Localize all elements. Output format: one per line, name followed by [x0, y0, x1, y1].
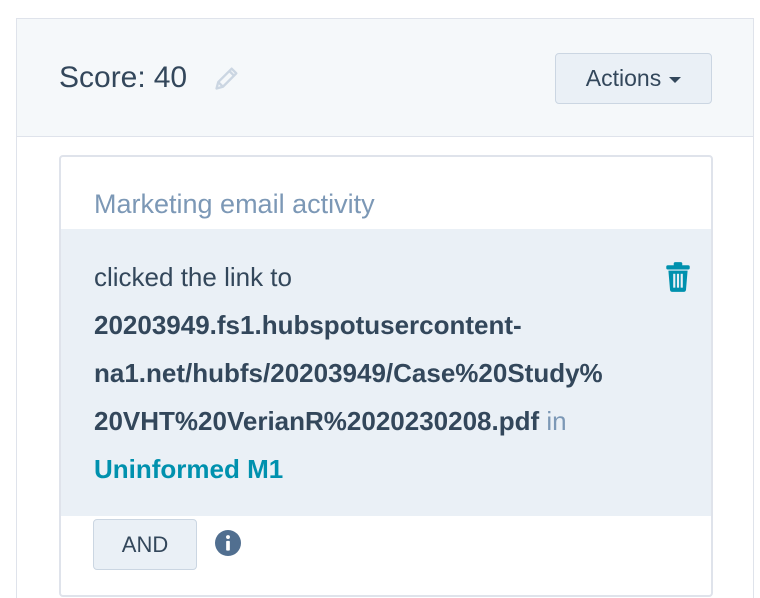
caret-down-icon — [669, 76, 682, 83]
filter-url-line-3: 20VHT%20VerianR%2020230208.pdf — [94, 406, 540, 436]
filter-condition[interactable]: clicked the link to 20203949.fs1.hubspot… — [61, 229, 711, 516]
pencil-icon[interactable] — [213, 64, 241, 92]
info-icon[interactable] — [215, 530, 241, 556]
panel-header: Score: 40 Actions — [17, 19, 753, 137]
actions-dropdown-button[interactable]: Actions — [555, 53, 712, 104]
score-value: 40 — [153, 61, 188, 94]
filter-card: Marketing email activity clicked the lin… — [59, 155, 713, 597]
score-heading: Score: 40 — [59, 61, 187, 95]
filter-url-line-3-row: 20VHT%20VerianR%2020230208.pdf in — [94, 397, 567, 445]
filter-action-text: clicked the link to — [94, 262, 292, 292]
actions-label: Actions — [585, 65, 662, 91]
in-word: in — [546, 406, 567, 436]
filter-type-title: Marketing email activity — [94, 189, 375, 219]
and-button[interactable]: AND — [93, 519, 197, 570]
trash-icon[interactable] — [665, 261, 691, 293]
email-name-link[interactable]: Uninformed M1 — [94, 445, 283, 493]
score-label: Score: — [59, 61, 146, 94]
score-panel: Score: 40 Actions Marketing email activi… — [16, 18, 754, 598]
filter-url-line-1: 20203949.fs1.hubspotusercontent- — [94, 310, 522, 340]
text-fade — [601, 349, 671, 397]
filter-url-line-2: na1.net/hubfs/20203949/Case%20Study% — [94, 358, 603, 388]
